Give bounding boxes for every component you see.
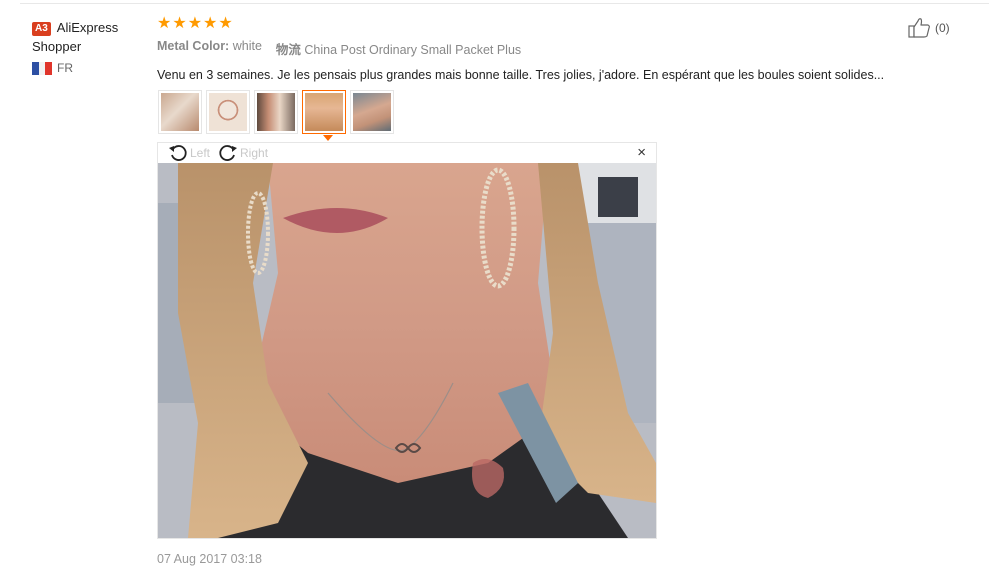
metal-color-value: white: [232, 39, 262, 53]
photo-thumbnail[interactable]: [350, 90, 394, 134]
review-photo-thumbnails: [158, 90, 394, 141]
reviewer-name-line2: Shopper: [32, 39, 82, 54]
viewer-toolbar: Left Right: [158, 143, 656, 163]
review-content: ★ ★ ★ ★ ★ Metal Color: white 物流 China Po…: [157, 14, 957, 83]
rotate-left-icon: [169, 145, 187, 161]
close-viewer-button[interactable]: ×: [637, 145, 646, 161]
reviewer-info: A3 AliExpress Shopper FR: [32, 18, 142, 75]
photo-thumbnail[interactable]: [206, 90, 250, 134]
shipping-value: China Post Ordinary Small Packet Plus: [304, 43, 522, 57]
photo-viewer: Left Right ×: [157, 142, 657, 539]
rotate-left-button[interactable]: Left: [168, 143, 210, 163]
review-text: Venu en 3 semaines. Je les pensais plus …: [157, 68, 885, 82]
photo-thumbnail[interactable]: [158, 90, 202, 134]
helpful-button[interactable]: (0): [907, 17, 950, 39]
selected-pointer-icon: [323, 135, 333, 141]
shipping-label: 物流: [275, 43, 301, 57]
reviewer-country: FR: [32, 61, 142, 75]
rotate-left-label: Left: [190, 146, 211, 160]
reviewer-name-line1: AliExpress: [56, 20, 119, 35]
country-code: FR: [57, 61, 73, 75]
star-icon: ★: [172, 15, 187, 32]
thumbs-up-icon: [908, 18, 930, 38]
star-icon: ★: [187, 15, 203, 32]
star-icon: ★: [203, 15, 218, 32]
reviewer-name[interactable]: A3 AliExpress: [32, 18, 142, 37]
review-photo: [158, 163, 656, 538]
top-divider: [20, 3, 989, 4]
star-icon: ★: [157, 15, 172, 32]
star-rating: ★ ★ ★ ★ ★: [157, 14, 957, 34]
buyer-level-badge: A3: [32, 22, 51, 36]
rotate-right-button[interactable]: Right: [218, 143, 268, 163]
helpful-count: (0): [935, 21, 950, 35]
order-attributes: Metal Color: white 物流 China Post Ordinar…: [157, 39, 957, 58]
star-icon: ★: [218, 15, 233, 32]
photo-thumbnail[interactable]: [254, 90, 298, 134]
review-date: 07 Aug 2017 03:18: [157, 552, 262, 566]
rotate-right-icon: [219, 145, 238, 161]
metal-color-label: Metal Color:: [157, 39, 230, 53]
rotate-right-label: Right: [240, 146, 269, 160]
photo-thumbnail-selected[interactable]: [302, 90, 346, 141]
france-flag-icon: [32, 61, 53, 75]
